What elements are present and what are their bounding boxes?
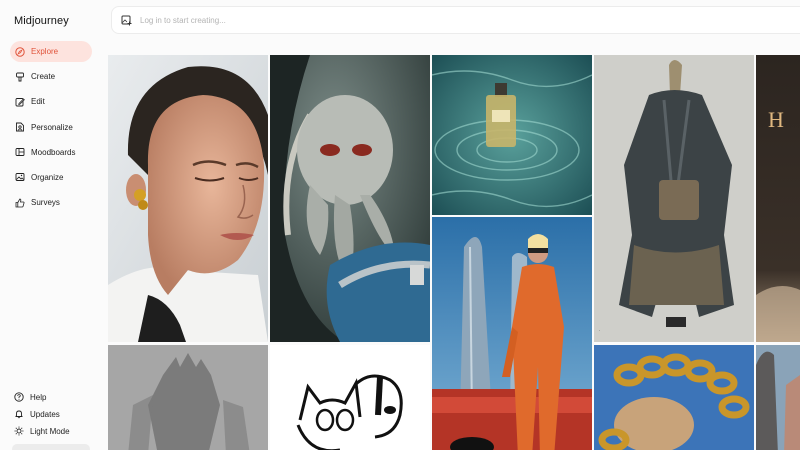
explore-gallery: . H bbox=[108, 55, 800, 450]
nav-item-help[interactable]: Help bbox=[14, 390, 70, 404]
nav-label-help: Help bbox=[30, 392, 47, 402]
nav-item-moodboards[interactable]: Moodboards bbox=[10, 142, 92, 163]
gallery-tile-cliff[interactable] bbox=[756, 345, 800, 450]
nav-item-create[interactable]: Create bbox=[10, 66, 92, 87]
nav-item-light-mode[interactable]: Light Mode bbox=[14, 424, 70, 438]
moodboard-icon bbox=[15, 147, 25, 157]
prompt-bar[interactable] bbox=[111, 6, 800, 34]
nav-label-create: Create bbox=[31, 72, 56, 82]
letter-h-text: H bbox=[768, 107, 784, 132]
edit-icon bbox=[15, 97, 25, 107]
sidebar-login-button[interactable] bbox=[12, 444, 90, 450]
nav-item-edit[interactable]: Edit bbox=[10, 91, 92, 112]
nav-label-edit: Edit bbox=[31, 97, 45, 107]
compass-icon bbox=[15, 46, 25, 57]
gallery-tile-portrait[interactable] bbox=[108, 55, 268, 342]
nav-item-organize[interactable]: Organize bbox=[10, 167, 92, 188]
help-icon bbox=[14, 392, 24, 402]
gallery-tile-letter-h[interactable]: H bbox=[756, 55, 800, 342]
nav-item-personalize[interactable]: Personalize bbox=[10, 117, 92, 138]
brush-icon bbox=[15, 72, 25, 82]
nav-item-updates[interactable]: Updates bbox=[14, 407, 70, 421]
svg-text:.: . bbox=[599, 327, 600, 333]
gallery-tile-cat-dog-drawing[interactable] bbox=[270, 345, 430, 450]
gallery-tile-perfume-water[interactable] bbox=[432, 55, 592, 215]
gallery-tile-orange-suit[interactable] bbox=[432, 217, 592, 450]
gallery-tile-foggy-robot[interactable] bbox=[108, 345, 268, 450]
bottom-nav: Help Updates Light Mode bbox=[14, 390, 70, 441]
gallery-tile-gold-chain-lion[interactable] bbox=[594, 345, 754, 450]
nav-label-light-mode: Light Mode bbox=[30, 426, 70, 436]
thumbs-up-icon bbox=[15, 198, 25, 208]
gallery-tile-mannequin-jacket[interactable]: . bbox=[594, 55, 754, 342]
gallery-tile-octopus-helmet[interactable] bbox=[270, 55, 430, 342]
nav-label-personalize: Personalize bbox=[31, 122, 73, 132]
nav-label-updates: Updates bbox=[30, 409, 60, 419]
nav-label-moodboards: Moodboards bbox=[31, 147, 76, 157]
image-icon bbox=[15, 172, 25, 182]
main-nav: Explore Create Edit Personalize Moodboar… bbox=[10, 41, 92, 217]
sun-icon bbox=[14, 426, 24, 436]
bell-icon bbox=[14, 409, 24, 419]
nav-item-explore[interactable]: Explore bbox=[10, 41, 92, 62]
nav-label-surveys: Surveys bbox=[31, 198, 60, 208]
nav-label-organize: Organize bbox=[31, 172, 64, 182]
personalize-icon bbox=[15, 122, 25, 132]
app-logo[interactable]: Midjourney bbox=[14, 15, 69, 27]
sidebar: Midjourney Explore Create Edit Personali… bbox=[0, 0, 100, 450]
prompt-input[interactable] bbox=[140, 15, 540, 25]
image-add-icon[interactable] bbox=[121, 15, 132, 26]
nav-label-explore: Explore bbox=[31, 47, 59, 56]
nav-item-surveys[interactable]: Surveys bbox=[10, 192, 92, 213]
